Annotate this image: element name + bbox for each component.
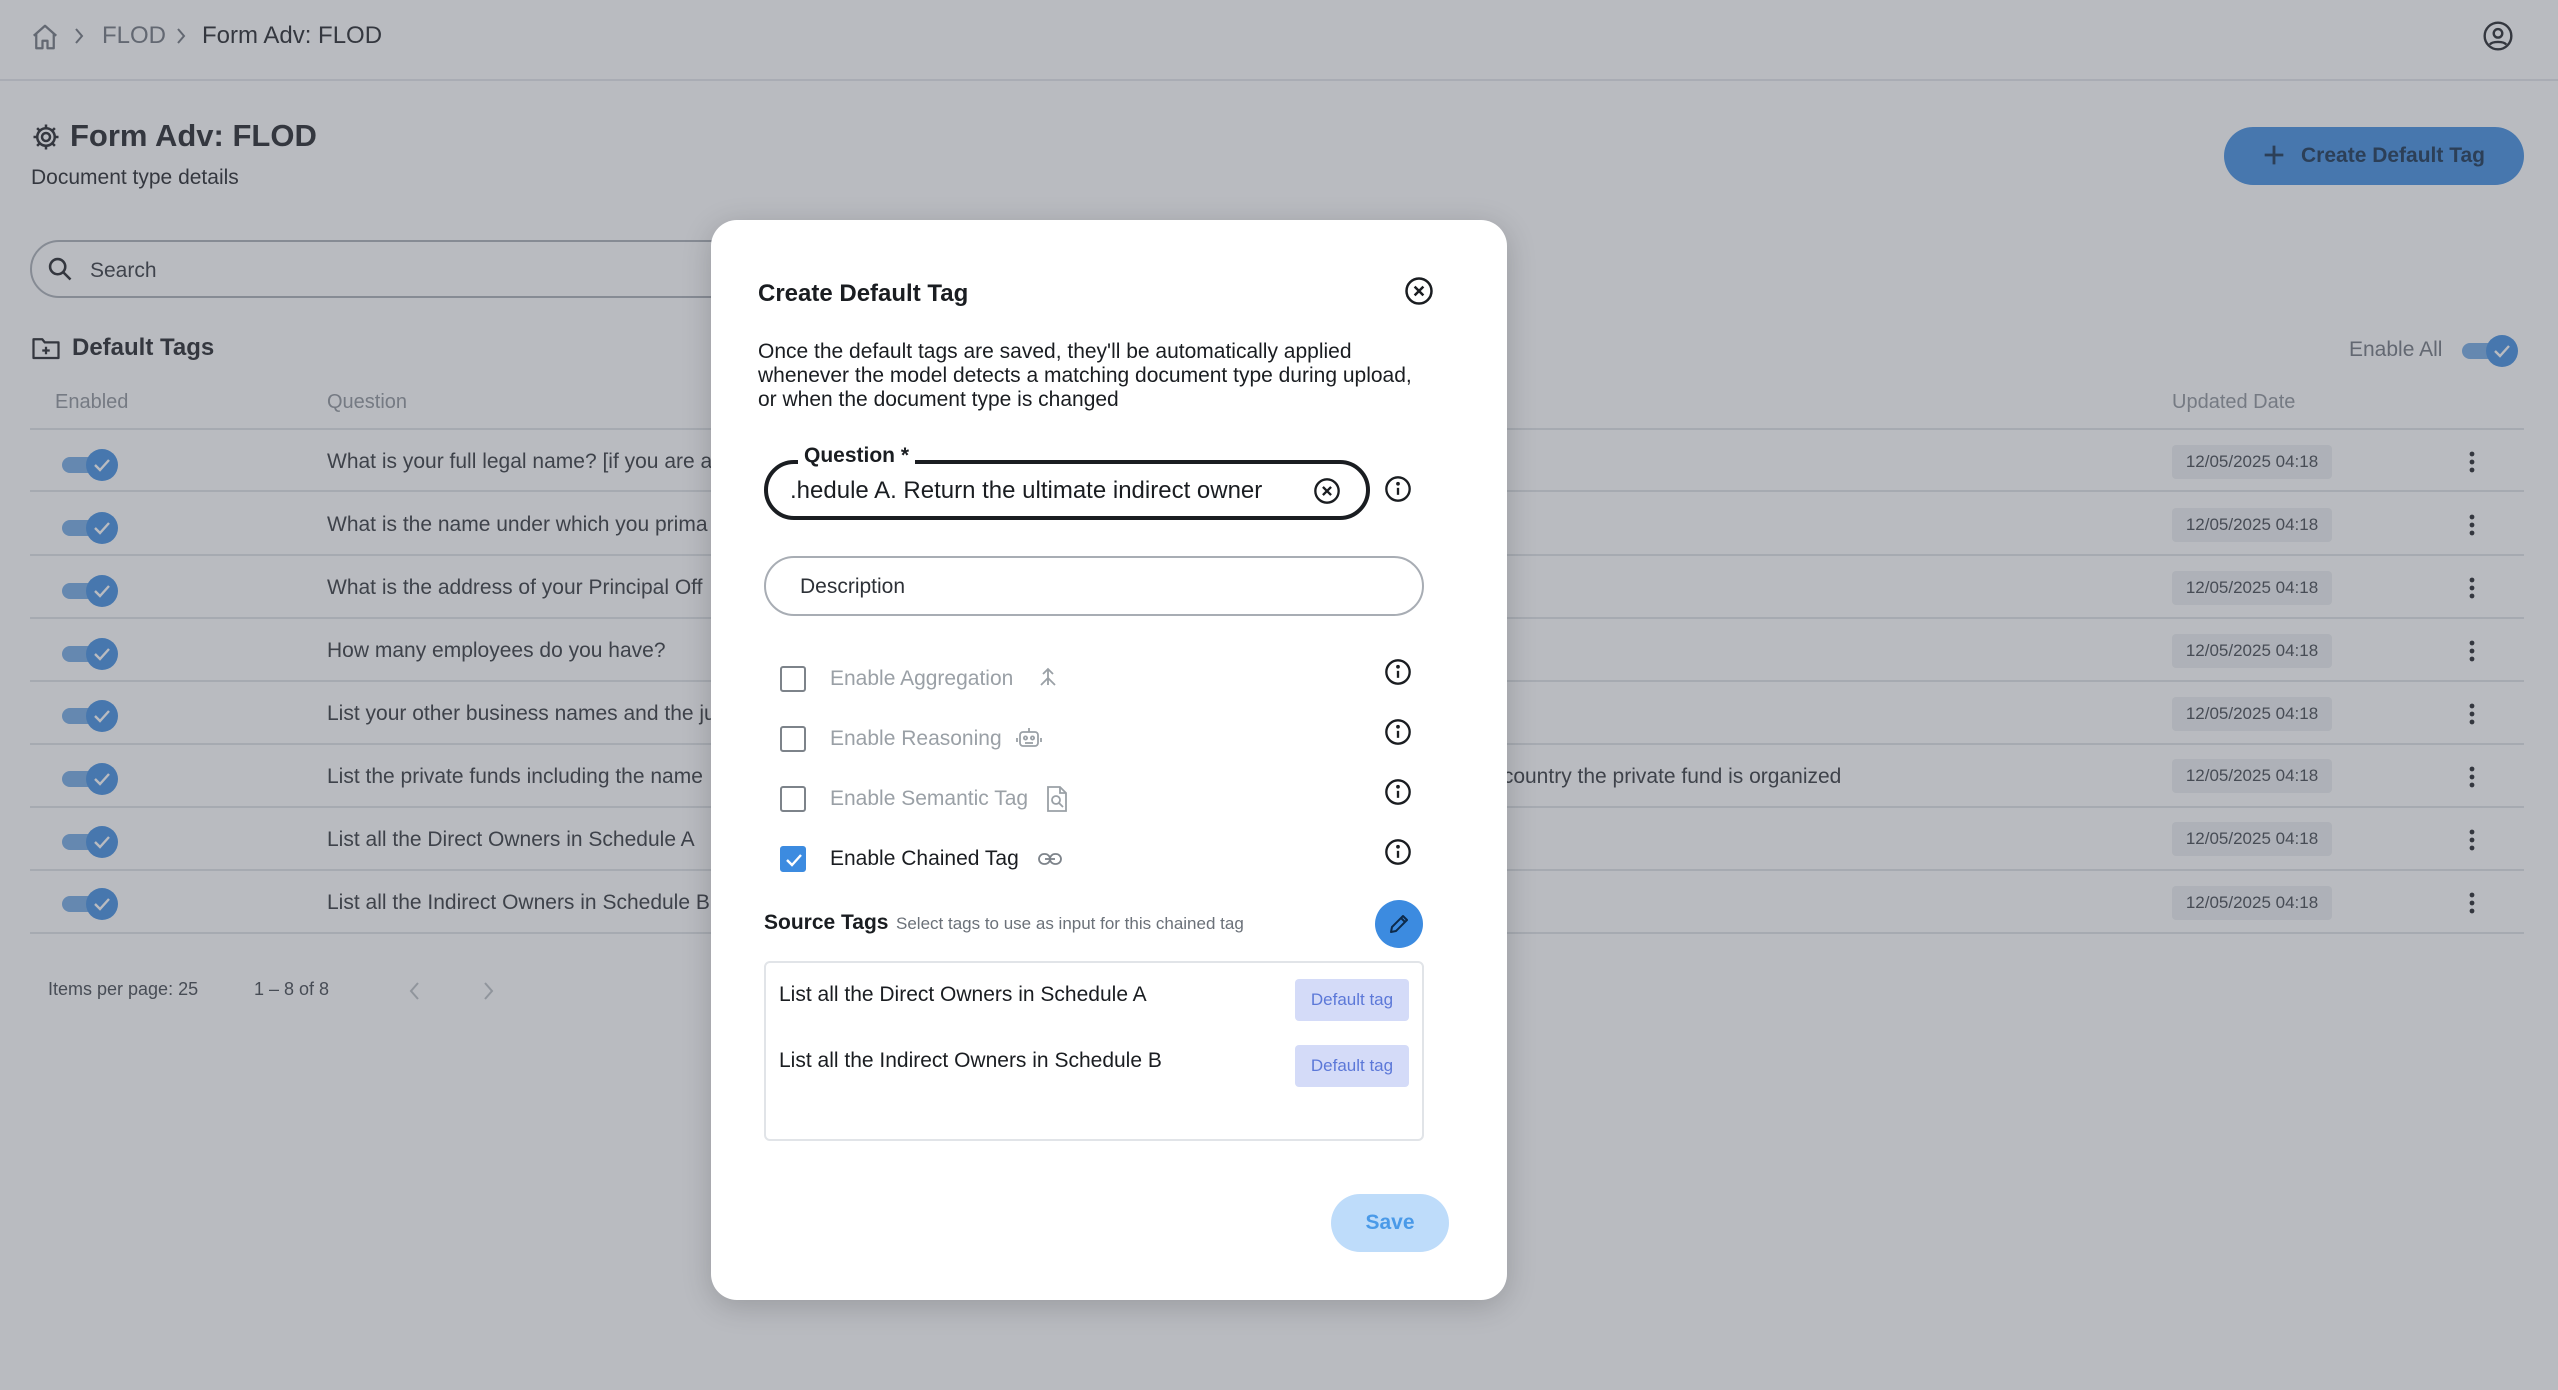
aggregation-icon (1037, 665, 1059, 689)
chained-tag-label: Enable Chained Tag (830, 847, 1019, 870)
question-value[interactable]: hedule A. Return the ultimate indirect o… (790, 477, 1290, 505)
info-icon[interactable] (1384, 658, 1412, 686)
save-button[interactable]: Save (1331, 1194, 1449, 1252)
link-icon (1037, 849, 1063, 869)
semantic-tag-label: Enable Semantic Tag (830, 787, 1029, 810)
question-field[interactable]: Question * hedule A. Return the ultimate… (764, 444, 1370, 520)
question-label: Question * (798, 444, 916, 468)
source-tag-name: List all the Direct Owners in Schedule A (779, 983, 1147, 1006)
source-tags-title: Source Tags (764, 911, 889, 934)
default-tag-badge: Default tag (1295, 1045, 1409, 1087)
aggregation-checkbox[interactable] (780, 666, 806, 692)
document-search-icon (1045, 785, 1069, 813)
clear-input-icon[interactable] (1313, 477, 1341, 505)
info-icon[interactable] (1384, 718, 1412, 746)
semantic-tag-checkbox[interactable] (780, 786, 806, 812)
source-tags-hint: Select tags to use as input for this cha… (896, 914, 1244, 933)
info-icon[interactable] (1384, 475, 1412, 503)
reasoning-label: Enable Reasoning (830, 727, 1002, 750)
dialog-description: Once the default tags are saved, they'll… (758, 340, 1412, 411)
description-placeholder: Description (800, 575, 906, 598)
reasoning-checkbox[interactable] (780, 726, 806, 752)
close-icon[interactable] (1404, 276, 1434, 306)
aggregation-label: Enable Aggregation (830, 667, 1014, 690)
info-icon[interactable] (1384, 838, 1412, 866)
edit-source-tags-button[interactable] (1375, 900, 1423, 948)
create-default-tag-dialog: Create Default Tag Once the default tags… (711, 220, 1507, 1300)
robot-icon (1015, 725, 1043, 751)
source-tags-list: List all the Direct Owners in Schedule A… (764, 961, 1424, 1141)
source-tag-name: List all the Indirect Owners in Schedule… (779, 1049, 1162, 1072)
info-icon[interactable] (1384, 778, 1412, 806)
description-field[interactable]: Description (764, 556, 1424, 616)
chained-tag-checkbox[interactable] (780, 846, 806, 872)
default-tag-badge: Default tag (1295, 979, 1409, 1021)
dialog-title: Create Default Tag (758, 280, 969, 307)
